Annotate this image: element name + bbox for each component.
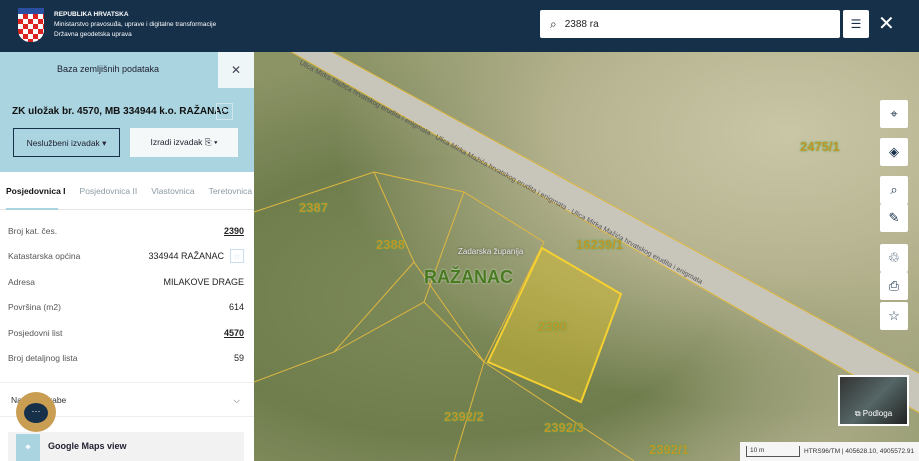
org-line: REPUBLIKA HRVATSKA [54, 11, 129, 18]
basemap-label: Podloga [862, 409, 893, 418]
create-extract-button[interactable]: Izradi izvadak ⎘ ▾ [130, 128, 238, 157]
print-button[interactable]: ⎙ [880, 272, 908, 300]
record-heading: ZK uložak br. 4570, MB 334944 k.o. RAŽAN… [12, 106, 229, 117]
zoom-search-button[interactable]: ⌕ [880, 176, 908, 204]
basemap-button[interactable]: ⧉ Podloga [838, 375, 909, 426]
close-panel-button[interactable]: ✕ [218, 52, 254, 88]
row-value: 614 [228, 302, 244, 313]
location-button[interactable]: ⌖ [880, 100, 908, 128]
zoom-to-button[interactable]: ⌕ [216, 103, 233, 120]
parcel-number-link[interactable]: 2390 [224, 226, 244, 236]
recycle-button[interactable]: ♲ [880, 244, 908, 272]
row-value: MILAKOVE DRAGE [163, 276, 244, 287]
coordinates: HTRS96/TM | 405628.10, 4905572.91 [804, 448, 915, 455]
parcel-label: 2387 [299, 200, 328, 215]
parcel-label: 2475/1 [800, 139, 840, 154]
possession-sheet-link[interactable]: 4570 [224, 328, 244, 338]
tab-teretovnica[interactable]: Teretovnica [209, 186, 252, 196]
org-line: Ministarstvo pravosuđa, uprave i digital… [54, 21, 217, 28]
search-input[interactable]: ⌕ 2388 ra [540, 10, 840, 38]
panel-title: Baza zemljišnih podataka [56, 64, 160, 74]
parcel-label: 16239/1 [576, 237, 623, 252]
star-icon: ☆ [888, 308, 900, 323]
table-row: Posjedovni list 4570 [8, 320, 244, 346]
row-label: Površina (m2) [8, 302, 61, 313]
zoom-icon: ⌕ [890, 182, 898, 197]
org-line: Državna geodetska uprava [54, 31, 132, 38]
place-label: RAŽANAC [424, 267, 513, 287]
row-label: Adresa [8, 276, 35, 287]
filter-button[interactable]: ☰ [843, 10, 869, 38]
org-name: REPUBLIKA HRVATSKA Ministarstvo pravosuđ… [54, 10, 216, 40]
chevron-down-icon: ⌵ [233, 395, 240, 405]
table-row: Broj kat. čes. 2390 [8, 218, 244, 244]
scale-label: 10 m [746, 446, 800, 457]
row-label: Broj detaljnog lista [8, 353, 78, 364]
basemap-icon: ⧉ [854, 409, 863, 418]
table-row: Adresa MILAKOVE DRAGE [8, 269, 244, 295]
row-label: Katastarska općina [8, 251, 81, 262]
parcel-label: 2388 [376, 237, 405, 252]
chat-icon: ··· [24, 403, 48, 424]
parcel-label: 2390 [538, 319, 567, 334]
unofficial-extract-button[interactable]: Neslužbeni izvadak ▾ [13, 128, 120, 157]
parcel-label: 2392/3 [544, 420, 584, 435]
parcel-boundaries: Ulica Mirka Mažića hrvatskog erudita i e… [254, 52, 919, 461]
table-row: Katastarska općina 334944 RAŽANAC ☆ [8, 244, 244, 270]
map[interactable]: Ulica Mirka Mažića hrvatskog erudita i e… [254, 52, 919, 461]
scale-bar: 10 m HTRS96/TM | 405628.10, 4905572.91 [740, 442, 919, 461]
layers-icon: ◈ [889, 144, 899, 159]
active-tab-indicator [6, 208, 58, 210]
measure-button[interactable]: ✎ [880, 204, 908, 232]
pin-icon: ⌖ [16, 434, 40, 461]
google-maps-label: Google Maps view [48, 441, 127, 451]
search-icon: ⌕ [550, 16, 557, 31]
print-icon: ⎙ [888, 278, 900, 293]
header: REPUBLIKA HRVATSKA Ministarstvo pravosuđ… [0, 0, 919, 52]
layers-button[interactable]: ◈ [880, 138, 908, 166]
table-row: Broj detaljnog lista 59 [8, 346, 244, 372]
search-value: 2388 ra [564, 18, 599, 30]
close-icon[interactable]: ✕ [878, 10, 895, 38]
table-row: Površina (m2) 614 [8, 295, 244, 321]
row-label: Posjedovni list [8, 327, 63, 338]
tab-posjedovnica-1[interactable]: Posjedovnica I [6, 186, 66, 196]
row-label: Broj kat. čes. [8, 225, 58, 236]
recycle-icon: ♲ [888, 250, 900, 265]
parcel-label: 2392/2 [444, 409, 484, 424]
pin-icon: ⌖ [890, 106, 898, 121]
chat-button[interactable]: ··· [16, 392, 56, 432]
tab-vlastovnica[interactable]: Vlastovnica [151, 186, 194, 196]
row-value: 334944 RAŽANAC [148, 251, 224, 262]
coat-of-arms-logo [18, 8, 44, 42]
google-maps-button[interactable]: ⌖ Google Maps view [8, 432, 244, 461]
parcel-label: 2392/1 [649, 442, 689, 457]
favorite-button[interactable]: ☆ [880, 302, 908, 330]
row-value: 59 [233, 353, 244, 364]
county-label: Zadarska županija [458, 247, 524, 256]
star-icon[interactable]: ☆ [230, 249, 244, 264]
tab-posjedovnica-2[interactable]: Posjedovnica II [80, 186, 138, 196]
ruler-icon: ✎ [888, 210, 900, 225]
